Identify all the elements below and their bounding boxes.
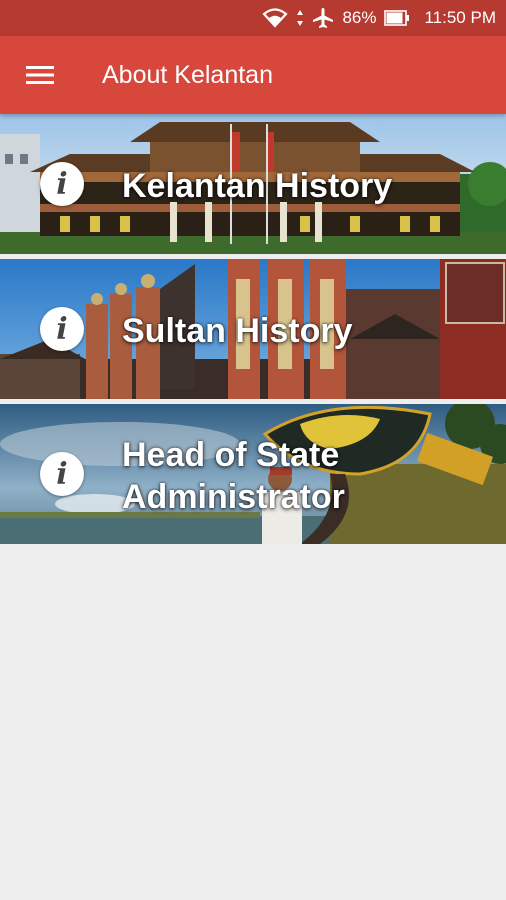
airplane-mode-icon [312,7,334,29]
page-title: About Kelantan [102,60,273,89]
app-bar: About Kelantan [0,36,506,114]
battery-icon [384,9,410,27]
card-head-of-state-administrator[interactable]: i Head of State Administrator [0,404,506,544]
status-bar: 86% 11:50 PM [0,0,506,36]
info-icon: i [40,452,84,496]
card-label-line1: Head of State [122,436,340,474]
card-sultan-history[interactable]: i Sultan History [0,259,506,399]
card-label-line1: Sultan History [122,312,353,350]
card-label: Kelantan History [122,165,492,207]
data-transfer-icon [296,9,304,27]
card-label: Head of State Administrator [122,434,492,518]
card-label-line1: Kelantan History [122,167,393,205]
hamburger-menu-icon [26,66,54,84]
card-label-line2: Administrator [122,478,345,516]
menu-button[interactable] [0,36,80,114]
card-list: i Kelantan History i Sultan History i He… [0,114,506,544]
battery-percent: 86% [342,8,377,27]
wifi-icon [262,8,289,28]
card-label: Sultan History [122,310,492,352]
info-icon: i [40,307,84,351]
card-kelantan-history[interactable]: i Kelantan History [0,114,506,254]
info-icon: i [40,162,84,206]
clock-time: 11:50 PM [424,8,496,27]
